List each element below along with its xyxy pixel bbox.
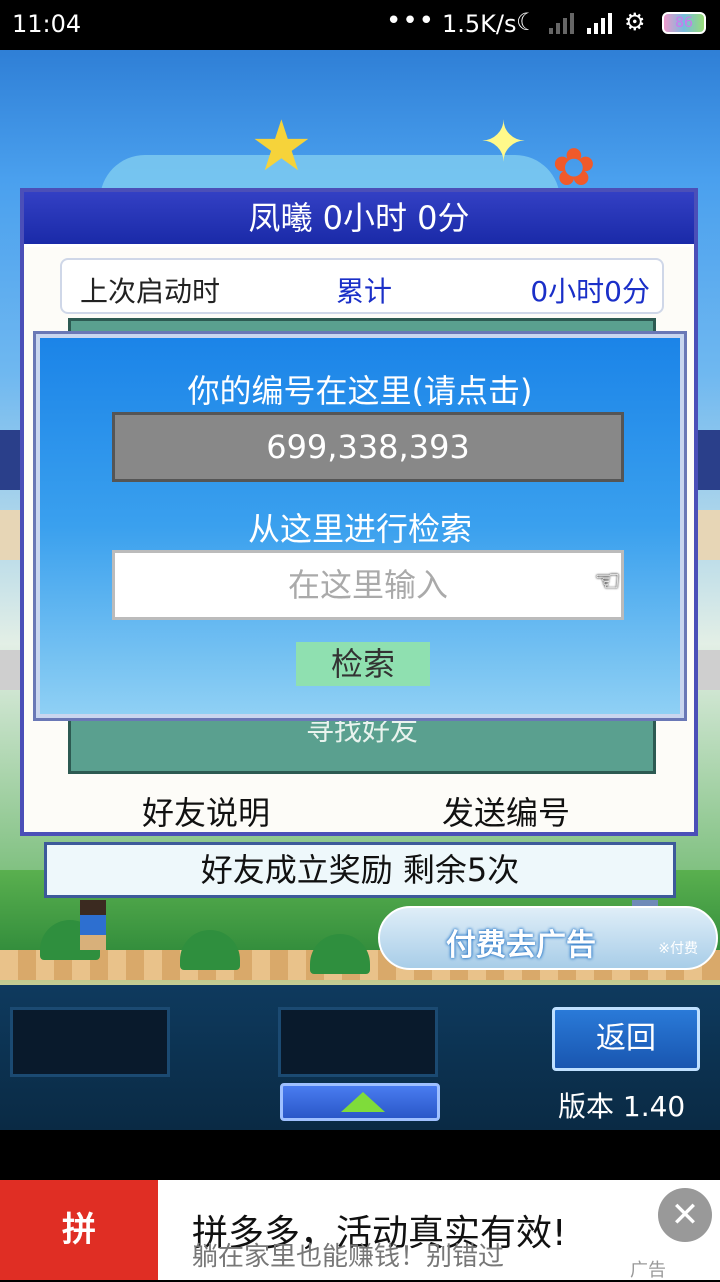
- friend-search-input[interactable]: 在这里输入: [112, 550, 624, 620]
- star-icon: ★: [250, 105, 313, 187]
- menu-slot-left[interactable]: [10, 1007, 170, 1077]
- ad-tag: 广告: [630, 1260, 666, 1281]
- last-launch-label: 上次启动时: [80, 275, 221, 308]
- game-screen: ★ ✦ ✿ 凤曦 0小时 0分 上次启动时 累计 0小时0分 寻找好友 好友说明…: [0, 50, 720, 1130]
- friend-code-field[interactable]: 699,338,393: [112, 412, 624, 482]
- arrow-up-icon: [341, 1092, 385, 1112]
- ad-logo: 拼: [0, 1180, 158, 1280]
- cumulative-label: 累计: [336, 275, 393, 308]
- settings-gear-icon: ⚙: [624, 8, 646, 36]
- network-speed: 1.5K/s: [442, 10, 517, 38]
- cumulative-value: 0小时0分: [530, 275, 650, 308]
- search-button[interactable]: 检索: [296, 642, 430, 686]
- menu-slot-center[interactable]: [278, 1007, 438, 1077]
- battery-icon: 86: [662, 12, 706, 34]
- version-label: 版本 1.40: [558, 1090, 686, 1123]
- friend-code-dialog: 你的编号在这里(请点击) 699,338,393 从这里进行检索 在这里输入 ☜…: [36, 334, 684, 718]
- send-code-button[interactable]: 发送编号: [442, 788, 570, 834]
- panel-title: 凤曦 0小时 0分: [24, 192, 694, 247]
- back-button[interactable]: 返回: [552, 1007, 700, 1071]
- sparkle-icon: ✦: [480, 110, 527, 175]
- friend-help-button[interactable]: 好友说明: [142, 788, 270, 834]
- ad-subline: 躺在家里也能赚钱！别错过: [192, 1242, 505, 1272]
- character-sprite: [80, 900, 106, 950]
- friend-reward-bar: 好友成立奖励 剩余5次: [44, 842, 676, 898]
- bottom-control-bar: 返回 版本 1.40: [0, 985, 720, 1130]
- signal-icon-sim2: [587, 13, 612, 34]
- remove-ads-label: 付费去广告: [446, 928, 596, 963]
- signal-icon-sim1: [549, 13, 574, 34]
- launch-stats-row: 上次启动时 累计 0小时0分: [60, 258, 664, 314]
- more-notifications-icon: •••: [386, 6, 436, 36]
- clock: 11:04: [12, 10, 82, 38]
- status-bar: 11:04 ••• 1.5K/s ☾ ⚙ 86: [0, 0, 720, 50]
- search-label: 从这里进行检索: [247, 510, 472, 548]
- remove-ads-tag: ※付费: [658, 941, 698, 957]
- close-icon[interactable]: ✕: [658, 1188, 712, 1242]
- do-not-disturb-icon: ☾: [516, 8, 538, 36]
- expand-menu-button[interactable]: [280, 1083, 440, 1121]
- ad-banner[interactable]: 拼 拼多多，活动真实有效! 躺在家里也能赚钱！别错过 ✕ 广告: [0, 1180, 720, 1281]
- pointing-hand-icon: ☜: [594, 564, 621, 599]
- dialog-title: 你的编号在这里(请点击): [187, 372, 533, 410]
- remove-ads-button[interactable]: 付费去广告 ※付费: [378, 906, 718, 970]
